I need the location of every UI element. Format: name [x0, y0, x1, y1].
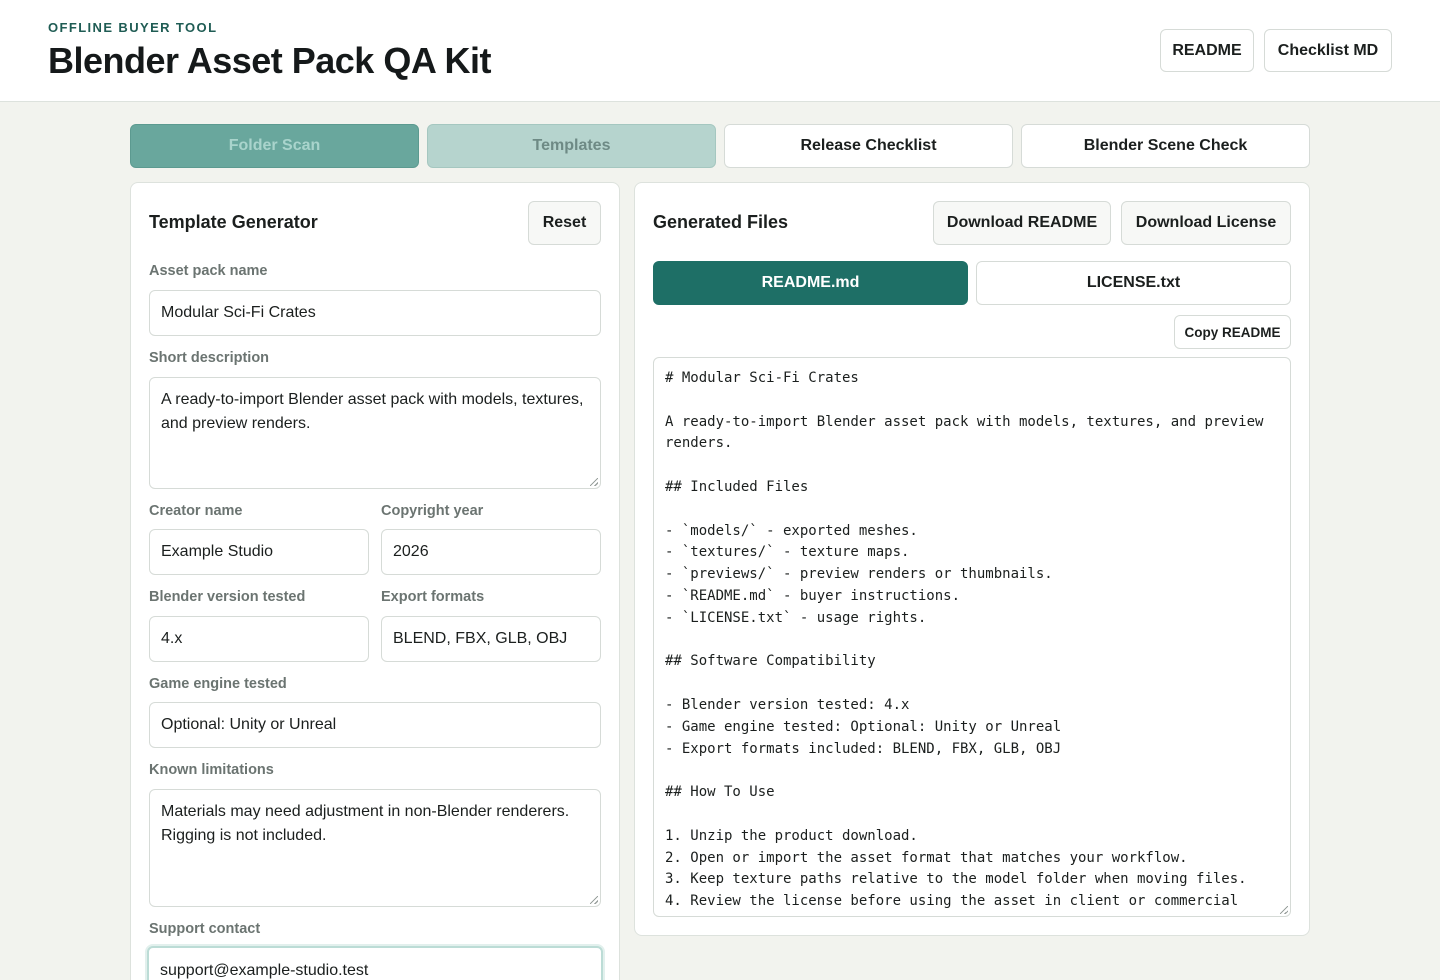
blender-version-label: Blender version tested — [149, 589, 306, 605]
checklist-md-button[interactable]: Checklist MD — [1264, 29, 1392, 72]
creator-name-input[interactable]: Example Studio — [149, 529, 369, 575]
blender-version-input[interactable]: 4.x — [149, 616, 369, 662]
readme-button[interactable]: README — [1160, 29, 1254, 72]
known-limitations-value: Materials may need adjustment in non-Ble… — [161, 803, 574, 844]
copyright-year-label: Copyright year — [381, 503, 484, 519]
known-limitations-label: Known limitations — [149, 762, 274, 778]
reset-button[interactable]: Reset — [528, 201, 601, 245]
download-readme-button[interactable]: Download README — [933, 201, 1111, 245]
asset-pack-name-input[interactable]: Modular Sci-Fi Crates — [149, 290, 601, 336]
tab-blender-scene-check[interactable]: Blender Scene Check — [1021, 124, 1310, 168]
app-header: OFFLINE BUYER TOOL Blender Asset Pack QA… — [0, 0, 1440, 102]
short-description-textarea[interactable]: A ready-to-import Blender asset pack wit… — [149, 377, 601, 489]
tab-release-checklist[interactable]: Release Checklist — [724, 124, 1013, 168]
game-engine-label: Game engine tested — [149, 676, 287, 692]
tab-readme-md[interactable]: README.md — [653, 261, 968, 305]
short-description-label: Short description — [149, 350, 270, 366]
readme-preview-textarea[interactable]: # Modular Sci-Fi Crates A ready-to-impor… — [653, 357, 1291, 917]
app-eyebrow: OFFLINE BUYER TOOL — [48, 20, 218, 35]
known-limitations-textarea[interactable]: Materials may need adjustment in non-Ble… — [149, 789, 601, 907]
resize-handle-icon[interactable] — [590, 896, 598, 904]
tab-folder-scan[interactable]: Folder Scan — [130, 124, 419, 168]
copyright-year-input[interactable]: 2026 — [381, 529, 601, 575]
export-formats-label: Export formats — [381, 589, 485, 605]
export-formats-input[interactable]: BLEND, FBX, GLB, OBJ — [381, 616, 601, 662]
asset-pack-name-label: Asset pack name — [149, 263, 268, 279]
resize-handle-icon[interactable] — [1280, 906, 1288, 914]
tab-license-txt[interactable]: LICENSE.txt — [976, 261, 1291, 305]
resize-handle-icon[interactable] — [590, 478, 598, 486]
tab-templates[interactable]: Templates — [427, 124, 716, 168]
template-generator-title: Template Generator — [149, 212, 318, 232]
creator-name-label: Creator name — [149, 503, 243, 519]
support-contact-input[interactable]: support@example-studio.test — [147, 946, 603, 980]
game-engine-input[interactable]: Optional: Unity or Unreal — [149, 702, 601, 748]
short-description-value: A ready-to-import Blender asset pack wit… — [161, 391, 588, 432]
generated-files-title: Generated Files — [653, 212, 789, 232]
download-license-button[interactable]: Download License — [1121, 201, 1291, 245]
copy-readme-button[interactable]: Copy README — [1174, 315, 1291, 349]
page-title: Blender Asset Pack QA Kit — [48, 40, 491, 81]
readme-preview-text: # Modular Sci-Fi Crates A ready-to-impor… — [665, 370, 1264, 910]
support-contact-label: Support contact — [149, 921, 261, 937]
